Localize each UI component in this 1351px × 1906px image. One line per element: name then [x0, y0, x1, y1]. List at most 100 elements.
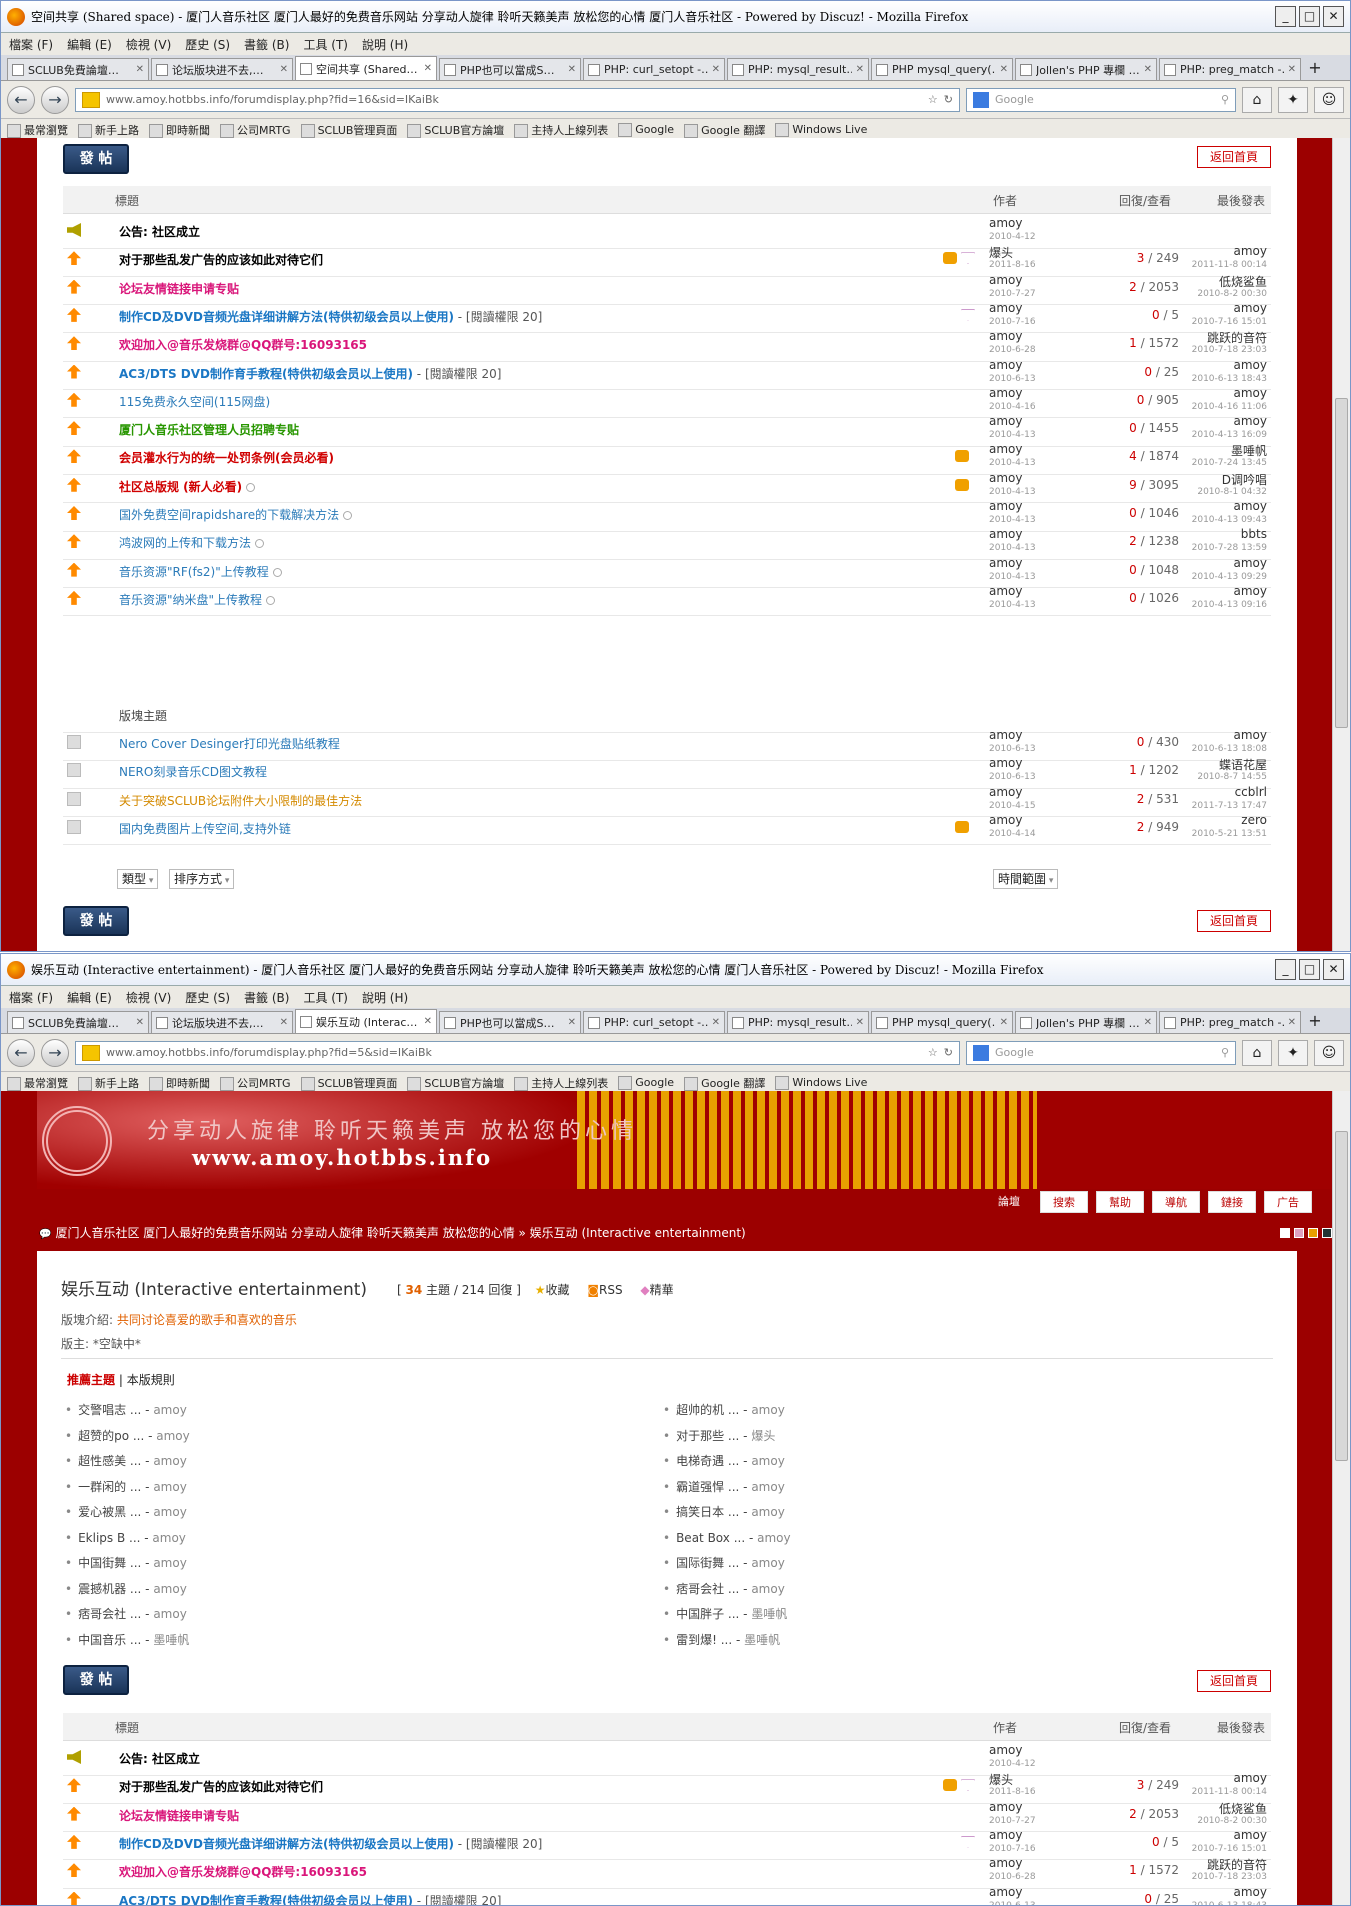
bookmark[interactable]: SCLUB管理頁面 [301, 122, 398, 138]
recommended-title[interactable]: 痞哥会社 ... [78, 1607, 141, 1621]
recommended-item[interactable]: 中国街舞 ... - amoy [65, 1551, 190, 1577]
tab[interactable]: PHP: preg_match -… ✕ [1159, 1011, 1301, 1033]
minimize-button[interactable]: _ [1275, 959, 1296, 980]
thread-author[interactable]: 爆头 [989, 1771, 1013, 1788]
back-home-button[interactable]: 返回首頁 [1197, 1670, 1271, 1692]
thread-author[interactable]: amoy [989, 1800, 1023, 1814]
last-poster[interactable]: amoy [1234, 1828, 1268, 1842]
home-icon[interactable]: ⌂ [1242, 1039, 1272, 1066]
thread-author[interactable]: amoy [989, 527, 1023, 541]
thread-author[interactable]: amoy [989, 414, 1023, 428]
reload-icon[interactable]: ↻ [944, 1046, 953, 1059]
tab[interactable]: PHP: curl_setopt -… ✕ [583, 58, 725, 80]
thread-title[interactable]: 制作CD及DVD音频光盘详细讲解方法(特供初级会员以上使用) - [閱讀權限 2… [119, 1835, 542, 1852]
nav-links[interactable]: 鏈接 [1208, 1191, 1256, 1213]
close-tab-icon[interactable]: ✕ [280, 64, 288, 75]
bookmark[interactable]: 即時新聞 [149, 1075, 210, 1091]
thread-title-text[interactable]: NERO刻录音乐CD图文教程 [119, 765, 267, 779]
type-select[interactable]: 類型 [117, 869, 159, 889]
menu-file[interactable]: 檔案 (F) [9, 989, 53, 1006]
recommended-author[interactable]: amoy [153, 1556, 187, 1570]
thread-author[interactable]: amoy [989, 785, 1023, 799]
recommended-title[interactable]: Eklips B ... [78, 1531, 140, 1545]
last-poster[interactable]: amoy [1234, 1771, 1268, 1785]
thread-title-text[interactable]: 厦门人音乐社区管理人员招聘专贴 [119, 423, 299, 437]
back-icon[interactable]: ← [7, 1038, 35, 1067]
maximize-button[interactable]: □ [1299, 959, 1320, 980]
last-poster[interactable]: ccblrl [1235, 785, 1267, 799]
recommended-title[interactable]: 电梯奇遇 ... [676, 1454, 739, 1468]
close-tab-icon[interactable]: ✕ [712, 64, 720, 75]
home-icon[interactable]: ⌂ [1242, 86, 1272, 113]
last-poster[interactable]: zero [1241, 813, 1267, 827]
recommended-item[interactable]: Eklips B ... - amoy [65, 1526, 190, 1552]
thread-title-text[interactable]: 公告: 社区成立 [119, 225, 200, 239]
recommended-author[interactable]: amoy [153, 1505, 187, 1519]
close-tab-icon[interactable]: ✕ [1000, 64, 1008, 75]
thread-author[interactable]: amoy [989, 1856, 1023, 1870]
search-field[interactable]: Google ⚲ [966, 87, 1236, 112]
last-poster[interactable]: D调吟唱 [1222, 471, 1267, 488]
scrollbar-thumb[interactable] [1335, 1131, 1348, 1461]
thread-title[interactable]: 音乐资源"纳米盘"上传教程 [119, 591, 276, 608]
menu-view[interactable]: 檢視 (V) [126, 36, 171, 53]
last-poster[interactable]: amoy [1234, 499, 1268, 513]
bookmark[interactable]: 即時新聞 [149, 122, 210, 138]
thread-title-text[interactable]: 会员灌水行为的统一处罚条例(会员必看) [119, 451, 334, 465]
tab-active[interactable]: 娱乐互动 (Interac… ✕ [295, 1009, 437, 1033]
thread-title-text[interactable]: AC3/DTS DVD制作育手教程(特供初级会员以上使用) [119, 1894, 413, 1906]
last-poster[interactable]: 低烧鲨鱼 [1219, 273, 1267, 290]
tab-active[interactable]: 空间共享 (Shared… ✕ [295, 56, 437, 80]
nav-navigation[interactable]: 導航 [1152, 1191, 1200, 1213]
bookmark[interactable]: 主持人上線列表 [514, 122, 608, 138]
thread-title[interactable]: 会员灌水行为的统一处罚条例(会员必看) [119, 449, 334, 466]
thread-author[interactable]: amoy [989, 442, 1023, 456]
recommended-item[interactable]: 痞哥会社 ... - amoy [65, 1602, 190, 1628]
recommended-author[interactable]: 爆头 [751, 1429, 775, 1443]
maximize-button[interactable]: □ [1299, 6, 1320, 27]
greasemonkey-icon[interactable]: ☺ [1314, 86, 1344, 113]
thread-author[interactable]: amoy [989, 728, 1023, 742]
forward-icon[interactable]: → [41, 1038, 69, 1067]
tab[interactable]: SCLUB免費論壇… ✕ [7, 1011, 149, 1033]
recommended-author[interactable]: amoy [152, 1531, 186, 1545]
tab[interactable]: PHP也可以當成S… ✕ [439, 1011, 581, 1033]
thread-title[interactable]: 社区总版规 (新人必看) [119, 478, 256, 495]
recommended-item[interactable]: 搞笑日本 ... - amoy [663, 1500, 791, 1526]
thread-title[interactable]: 厦门人音乐社区管理人员招聘专贴 [119, 421, 299, 438]
search-icon[interactable]: ⚲ [1221, 93, 1229, 106]
tab[interactable]: 论坛版块进不去,… ✕ [151, 58, 293, 80]
last-poster[interactable]: amoy [1234, 244, 1268, 258]
tab[interactable]: PHP: mysql_result… ✕ [727, 58, 869, 80]
recommended-title[interactable]: 超帅的机 ... [676, 1403, 739, 1417]
thread-title-text[interactable]: 关于突破SCLUB论坛附件大小限制的最佳方法 [119, 794, 362, 808]
thread-title-text[interactable]: 115免费永久空间(115网盘) [119, 395, 270, 409]
nav-search[interactable]: 搜索 [1040, 1191, 1088, 1213]
bookmark[interactable]: 新手上路 [78, 1075, 139, 1091]
thread-title[interactable]: 鸿波网的上传和下载方法 [119, 534, 265, 551]
style-swatch[interactable] [1322, 1228, 1332, 1238]
menu-bookmarks[interactable]: 書籤 (B) [244, 989, 289, 1006]
menu-help[interactable]: 說明 (H) [362, 36, 408, 53]
recommended-title[interactable]: 一群闲的 ... [78, 1480, 141, 1494]
sort-select[interactable]: 排序方式 [169, 869, 235, 889]
thread-title[interactable]: Nero Cover Desinger打印光盘贴纸教程 [119, 735, 340, 752]
recommended-item[interactable]: 对于那些 ... - 爆头 [663, 1424, 791, 1450]
nav-forum[interactable]: 論壇 [986, 1191, 1032, 1213]
close-tab-icon[interactable]: ✕ [568, 64, 576, 75]
thread-title-text[interactable]: 欢迎加入@音乐发烧群@QQ群号:16093165 [119, 338, 367, 352]
last-poster[interactable]: amoy [1234, 386, 1268, 400]
close-tab-icon[interactable]: ✕ [136, 64, 144, 75]
thread-author[interactable]: amoy [989, 584, 1023, 598]
thread-author[interactable]: amoy [989, 556, 1023, 570]
thread-author[interactable]: amoy [989, 386, 1023, 400]
recommended-title[interactable]: 中国街舞 ... [78, 1556, 141, 1570]
url-bar[interactable]: www.amoy.hotbbs.info/forumdisplay.php?fi… [75, 87, 960, 112]
forward-icon[interactable]: → [41, 85, 69, 114]
thread-title-text[interactable]: AC3/DTS DVD制作育手教程(特供初级会员以上使用) [119, 367, 413, 381]
bookmark[interactable]: Google 翻譯 [684, 1075, 765, 1091]
url-bar[interactable]: www.amoy.hotbbs.info/forumdisplay.php?fi… [75, 1040, 960, 1065]
recommended-author[interactable]: amoy [757, 1531, 791, 1545]
scrollbar[interactable] [1332, 138, 1350, 951]
thread-title[interactable]: AC3/DTS DVD制作育手教程(特供初级会员以上使用) - [閱讀權限 20… [119, 1892, 501, 1906]
